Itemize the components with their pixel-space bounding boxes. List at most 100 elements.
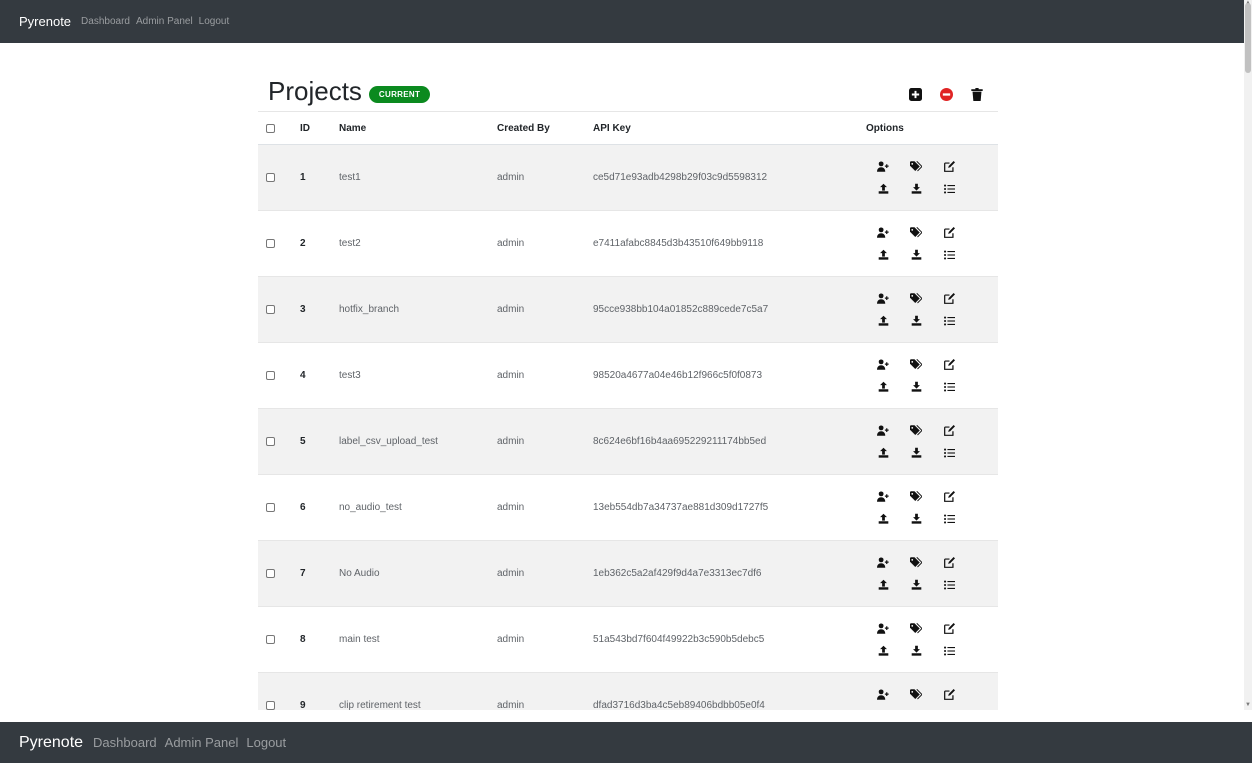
cell-name: test1	[339, 144, 497, 211]
list-icon	[943, 250, 955, 259]
remove-project-button[interactable]	[939, 87, 953, 101]
add-user-button[interactable]	[876, 161, 890, 173]
nav-brand[interactable]: Pyrenote	[19, 734, 83, 752]
tags-button[interactable]	[909, 557, 923, 569]
edit-button[interactable]	[942, 359, 956, 371]
row-checkbox[interactable]	[266, 305, 275, 314]
scroll-down-arrow[interactable]: ▼	[1245, 702, 1251, 708]
add-user-button[interactable]	[876, 623, 890, 635]
list-button[interactable]	[942, 381, 956, 393]
upload-button[interactable]	[876, 249, 890, 261]
download-button[interactable]	[909, 249, 923, 261]
upload-button[interactable]	[876, 513, 890, 525]
nav-link-dashboard[interactable]: Dashboard	[81, 16, 130, 27]
scrollbar-thumb[interactable]	[1245, 3, 1251, 73]
nav-link-admin-panel[interactable]: Admin Panel	[136, 16, 193, 27]
tags-button[interactable]	[909, 425, 923, 437]
list-button[interactable]	[942, 315, 956, 327]
add-user-button[interactable]	[876, 425, 890, 437]
row-select-cell	[258, 540, 300, 607]
add-user-button[interactable]	[876, 227, 890, 239]
cell-name: test2	[339, 210, 497, 277]
cell-name: no_audio_test	[339, 474, 497, 541]
upload-button[interactable]	[876, 447, 890, 459]
user-plus-icon	[877, 557, 889, 568]
cell-options	[866, 540, 998, 607]
add-user-button[interactable]	[876, 491, 890, 503]
edit-button[interactable]	[942, 227, 956, 239]
header-created-by[interactable]: Created By	[497, 111, 593, 145]
cell-options	[866, 342, 998, 409]
nav-link-admin-panel[interactable]: Admin Panel	[165, 735, 239, 750]
add-user-button[interactable]	[876, 293, 890, 305]
tags-button[interactable]	[909, 623, 923, 635]
download-button[interactable]	[909, 315, 923, 327]
upload-button[interactable]	[876, 645, 890, 657]
download-button[interactable]	[909, 447, 923, 459]
edit-button[interactable]	[942, 689, 956, 701]
edit-button[interactable]	[942, 293, 956, 305]
list-button[interactable]	[942, 183, 956, 195]
nav-link-logout[interactable]: Logout	[199, 16, 230, 27]
edit-button[interactable]	[942, 161, 956, 173]
nav-brand[interactable]: Pyrenote	[19, 14, 71, 29]
cell-api-key: e7411afabc8845d3b43510f649bb9118	[593, 210, 866, 277]
header-api-key[interactable]: API Key	[593, 111, 866, 145]
upload-button[interactable]	[876, 183, 890, 195]
tags-button[interactable]	[909, 227, 923, 239]
download-button[interactable]	[909, 645, 923, 657]
select-all-checkbox[interactable]	[266, 123, 275, 133]
delete-project-button[interactable]	[970, 87, 984, 101]
download-button[interactable]	[909, 381, 923, 393]
download-button[interactable]	[909, 513, 923, 525]
cell-api-key: 13eb554db7a34737ae881d309d1727f5	[593, 474, 866, 541]
tags-icon	[910, 161, 922, 172]
list-button[interactable]	[942, 447, 956, 459]
tags-button[interactable]	[909, 293, 923, 305]
add-user-button[interactable]	[876, 359, 890, 371]
edit-icon	[943, 227, 955, 238]
upload-button[interactable]	[876, 315, 890, 327]
table-row: 8 main test admin 51a543bd7f604f49922b3c590…	[258, 606, 998, 673]
edit-icon	[943, 623, 955, 634]
list-button[interactable]	[942, 513, 956, 525]
upload-button[interactable]	[876, 381, 890, 393]
nav-link-dashboard[interactable]: Dashboard	[93, 735, 157, 750]
download-button[interactable]	[909, 579, 923, 591]
main-content: Projects CURRENT ID Name Created By API …	[0, 43, 1244, 710]
header-name[interactable]: Name	[339, 111, 497, 145]
tags-button[interactable]	[909, 491, 923, 503]
add-user-button[interactable]	[876, 689, 890, 701]
download-icon	[911, 183, 921, 194]
edit-button[interactable]	[942, 491, 956, 503]
tags-button[interactable]	[909, 689, 923, 701]
download-button[interactable]	[909, 183, 923, 195]
bottom-navbar: Pyrenote Dashboard Admin Panel Logout	[0, 722, 1252, 763]
header-id[interactable]: ID	[300, 111, 339, 145]
row-checkbox[interactable]	[266, 239, 275, 248]
edit-button[interactable]	[942, 557, 956, 569]
edit-button[interactable]	[942, 425, 956, 437]
tags-button[interactable]	[909, 161, 923, 173]
row-checkbox[interactable]	[266, 569, 275, 578]
tags-button[interactable]	[909, 359, 923, 371]
row-checkbox[interactable]	[266, 701, 275, 710]
list-button[interactable]	[942, 645, 956, 657]
list-button[interactable]	[942, 249, 956, 261]
row-checkbox[interactable]	[266, 371, 275, 380]
upload-icon	[878, 447, 888, 458]
add-project-button[interactable]	[908, 87, 922, 101]
page-scrollbar[interactable]: ▲ ▼	[1244, 0, 1252, 710]
list-button[interactable]	[942, 579, 956, 591]
row-checkbox[interactable]	[266, 503, 275, 512]
upload-button[interactable]	[876, 579, 890, 591]
cell-options	[866, 144, 998, 211]
upload-icon	[878, 249, 888, 260]
nav-link-logout[interactable]: Logout	[246, 735, 286, 750]
edit-button[interactable]	[942, 623, 956, 635]
row-checkbox[interactable]	[266, 437, 275, 446]
row-checkbox[interactable]	[266, 173, 275, 182]
add-user-button[interactable]	[876, 557, 890, 569]
edit-icon	[943, 359, 955, 370]
row-checkbox[interactable]	[266, 635, 275, 644]
